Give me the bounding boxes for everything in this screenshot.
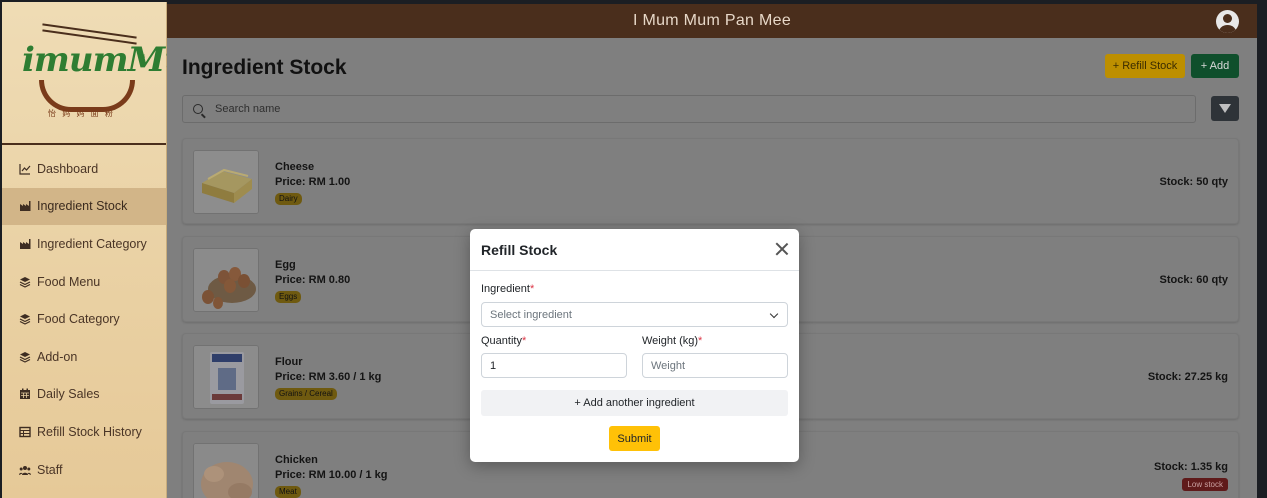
- sidebar-item-label: Ingredient Stock: [37, 199, 128, 214]
- ingredient-name: Cheese: [275, 161, 315, 173]
- sidebar-item-staff[interactable]: Staff: [2, 451, 166, 489]
- ingredient-label: Ingredient*: [481, 283, 534, 295]
- calendar-icon: [19, 388, 31, 400]
- modal-title: Refill Stock: [481, 241, 558, 258]
- stock-amount: Stock: 50 qty: [1159, 176, 1228, 188]
- modal-header: Refill Stock: [470, 229, 799, 271]
- search-icon: [193, 104, 203, 114]
- weight-label-text: Weight (kg): [642, 335, 699, 347]
- ingredient-price: Price: RM 10.00 / 1 kg: [275, 469, 388, 481]
- table-icon: [19, 426, 31, 438]
- sidebar-item-ingredient-category[interactable]: Ingredient Category: [2, 225, 166, 263]
- ingredient-image-egg: [193, 248, 259, 312]
- stock-amount: Stock: 60 qty: [1159, 274, 1228, 286]
- sidebar-item-label: Staff: [37, 462, 63, 477]
- ingredient-label-text: Ingredient: [481, 283, 530, 295]
- quantity-label-text: Quantity: [481, 335, 522, 347]
- ingredient-price: Price: RM 1.00: [275, 176, 351, 188]
- add-ingredient-button[interactable]: + Add: [1191, 54, 1239, 78]
- ingredient-image-flour: [193, 345, 259, 409]
- ingredient-name: Chicken: [275, 454, 318, 466]
- logo-subtitle: 怡 妈 妈 面 粉: [48, 109, 115, 118]
- app-title: I Mum Mum Pan Mee: [632, 12, 792, 29]
- sidebar-nav: Dashboard Ingredient Stock Ingredient Ca…: [2, 150, 166, 488]
- add-another-ingredient-button[interactable]: + Add another ingredient: [481, 390, 788, 416]
- sidebar-item-label: Ingredient Category: [37, 236, 147, 251]
- low-stock-badge: Low stock: [1182, 478, 1228, 491]
- category-badge: Dairy: [275, 193, 302, 205]
- ingredient-image-chicken: [193, 443, 259, 498]
- weight-label: Weight (kg)*: [642, 335, 702, 347]
- sidebar-item-refill-stock-history[interactable]: Refill Stock History: [2, 413, 166, 451]
- submit-button[interactable]: Submit: [609, 426, 660, 451]
- sidebar-item-label: Food Menu: [37, 274, 101, 289]
- ingredient-price: Price: RM 0.80: [275, 274, 351, 286]
- close-icon[interactable]: [775, 242, 789, 256]
- layers-icon: [19, 351, 31, 363]
- quantity-label: Quantity*: [481, 335, 526, 347]
- filter-icon: [1219, 104, 1231, 113]
- layers-icon: [19, 276, 31, 288]
- users-icon: [19, 464, 31, 476]
- sidebar-item-label: Food Category: [37, 312, 120, 327]
- sidebar-item-add-on[interactable]: Add-on: [2, 338, 166, 376]
- search-bar: [182, 95, 1196, 123]
- weight-field[interactable]: Weight: [642, 353, 788, 378]
- ingredient-price: Price: RM 3.60 / 1 kg: [275, 371, 382, 383]
- sidebar-item-label: Dashboard: [37, 161, 99, 176]
- chart-line-icon: [19, 163, 31, 175]
- sidebar-item-dashboard[interactable]: Dashboard: [2, 150, 166, 188]
- industry-icon: [19, 200, 31, 212]
- category-badge: Eggs: [275, 291, 302, 303]
- ingredient-card[interactable]: Cheese Price: RM 1.00 Dairy Stock: 50 qt…: [182, 138, 1239, 224]
- filter-button[interactable]: [1211, 96, 1239, 121]
- user-avatar-icon[interactable]: [1216, 10, 1239, 33]
- brand-logo: imumMum ® 怡 妈 妈 面 粉: [2, 2, 224, 145]
- required-mark: *: [521, 335, 527, 347]
- logo-trademark: ®: [140, 54, 146, 61]
- ingredient-name: Egg: [275, 259, 296, 271]
- sidebar-item-label: Daily Sales: [37, 387, 100, 402]
- category-badge: Grains / Cereal: [275, 388, 337, 400]
- stock-amount: Stock: 1.35 kg: [1154, 461, 1228, 473]
- sidebar-item-food-category[interactable]: Food Category: [2, 300, 166, 338]
- sidebar-item-label: Add-on: [37, 349, 78, 364]
- sidebar-item-daily-sales[interactable]: Daily Sales: [2, 376, 166, 414]
- quantity-value: 1: [490, 359, 497, 372]
- required-mark: *: [529, 283, 535, 295]
- refill-stock-modal: Refill Stock Ingredient* Select ingredie…: [470, 229, 799, 462]
- ingredient-name: Flour: [275, 356, 303, 368]
- layers-icon: [19, 313, 31, 325]
- category-badge: Meat: [275, 486, 301, 498]
- top-bar: I Mum Mum Pan Mee: [167, 4, 1257, 38]
- quantity-field[interactable]: 1: [481, 353, 627, 378]
- sidebar-item-ingredient-stock[interactable]: Ingredient Stock: [2, 187, 166, 226]
- ingredient-image-cheese: [193, 150, 259, 214]
- refill-stock-button[interactable]: + Refill Stock: [1105, 54, 1185, 78]
- ingredient-select[interactable]: Select ingredient: [481, 302, 788, 327]
- ingredient-select-value: Select ingredient: [490, 308, 572, 321]
- search-input[interactable]: [215, 103, 715, 115]
- sidebar: imumMum ® 怡 妈 妈 面 粉 Dashboard Ingredient…: [2, 2, 224, 498]
- industry-icon: [19, 238, 31, 250]
- required-mark: *: [698, 335, 703, 347]
- page-title: Ingredient Stock: [182, 56, 347, 79]
- weight-placeholder: Weight: [651, 359, 686, 372]
- sidebar-item-label: Refill Stock History: [37, 424, 142, 439]
- sidebar-item-food-menu[interactable]: Food Menu: [2, 263, 166, 301]
- stock-amount: Stock: 27.25 kg: [1147, 371, 1228, 383]
- chevron-down-icon: [769, 309, 779, 319]
